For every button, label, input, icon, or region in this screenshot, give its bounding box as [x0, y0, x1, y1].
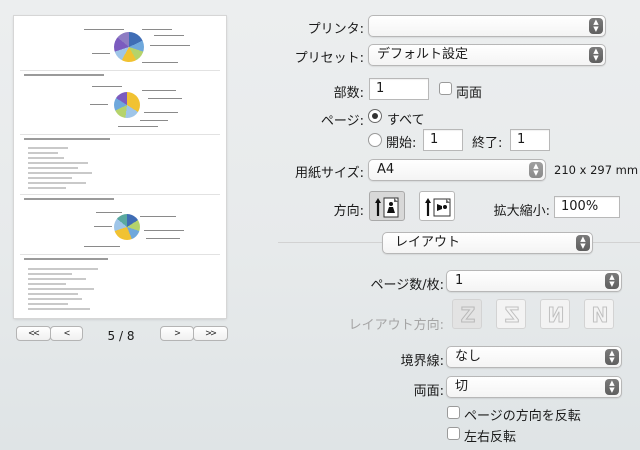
two-sided-checkbox-label: 両面 — [456, 86, 483, 101]
next-page-button[interactable]: > — [160, 326, 194, 341]
reverse-n-direction-icon: N — [591, 303, 609, 328]
section-select[interactable]: レイアウト ▲ ▼ — [382, 232, 593, 254]
flip-horizontally-label: 左右反転 — [464, 430, 517, 445]
printer-select[interactable]: ▲ ▼ — [368, 15, 606, 37]
layout-direction-z-button[interactable]: Z — [452, 299, 482, 329]
print-preview-thumbnail — [14, 16, 226, 318]
pages-per-sheet-value: 1 — [455, 273, 464, 288]
layout-direction-reverse-z-button[interactable]: Z — [496, 299, 526, 329]
pie-chart-thumbnail — [114, 214, 140, 240]
paper-size-select[interactable]: A4 ▲ ▼ — [368, 159, 546, 181]
two-sided-value: 切 — [455, 379, 469, 394]
previous-page-button[interactable]: < — [50, 326, 83, 341]
pages-label: ページ: — [320, 114, 364, 129]
printer-label: プリンタ: — [307, 22, 364, 37]
z-direction-icon: Z — [460, 303, 476, 328]
pages-all-radio[interactable] — [368, 109, 382, 123]
two-sided-label: 両面: — [413, 384, 444, 399]
svg-text:N: N — [592, 303, 609, 327]
reverse-z-direction-icon: Z — [504, 303, 520, 328]
layout-direction-n-button[interactable]: N — [540, 299, 570, 329]
reverse-page-orientation-checkbox[interactable] — [447, 406, 460, 419]
pages-range-radio[interactable] — [368, 133, 382, 147]
pages-to-label: 終了: — [472, 136, 503, 151]
presets-label: プリセット: — [294, 51, 364, 66]
n-direction-icon: N — [547, 303, 565, 328]
scale-label: 拡大縮小: — [493, 204, 550, 219]
border-value: なし — [455, 349, 482, 364]
copies-label: 部数: — [333, 86, 364, 101]
border-select[interactable]: なし ▲ ▼ — [446, 346, 622, 368]
pages-from-input[interactable]: 1 — [423, 129, 463, 151]
page-indicator: 5 / 8 — [107, 329, 135, 343]
two-sided-select[interactable]: 切 ▲ ▼ — [446, 376, 622, 398]
landscape-orientation-button[interactable] — [419, 191, 455, 221]
svg-text:Z: Z — [505, 303, 520, 327]
flip-horizontally-checkbox[interactable] — [447, 427, 460, 440]
popup-arrows-icon: ▲ ▼ — [605, 379, 619, 395]
paper-dimensions: 210 x 297 mm — [554, 163, 639, 177]
scale-input[interactable]: 100% — [554, 196, 620, 218]
presets-value: デフォルト設定 — [377, 47, 469, 62]
border-label: 境界線: — [400, 354, 444, 369]
svg-text:N: N — [548, 303, 565, 327]
popup-arrows-icon: ▲ ▼ — [589, 47, 603, 63]
pie-chart-thumbnail — [114, 32, 144, 62]
copies-input[interactable]: 1 — [369, 78, 429, 100]
popup-arrows-icon: ▲ ▼ — [605, 273, 619, 289]
pages-per-sheet-select[interactable]: 1 ▲ ▼ — [446, 270, 622, 292]
reverse-page-orientation-label: ページの方向を反転 — [464, 409, 581, 424]
portrait-icon — [375, 197, 399, 218]
two-sided-checkbox[interactable] — [439, 82, 452, 95]
paper-size-value: A4 — [377, 162, 395, 177]
popup-arrows-icon: ▲ ▼ — [605, 349, 619, 365]
popup-arrows-icon: ▲ ▼ — [576, 235, 590, 251]
pages-to-input[interactable]: 1 — [510, 129, 550, 151]
popup-arrows-icon: ▲ ▼ — [589, 18, 603, 34]
last-page-button[interactable]: >> — [193, 326, 228, 341]
portrait-orientation-button[interactable] — [369, 191, 405, 221]
landscape-icon — [425, 198, 451, 217]
pie-chart-thumbnail — [114, 92, 140, 118]
pages-per-sheet-label: ページ数/枚: — [370, 278, 445, 293]
pages-from-label: 開始: — [386, 136, 417, 151]
presets-select[interactable]: デフォルト設定 ▲ ▼ — [368, 44, 606, 66]
first-page-button[interactable]: << — [16, 326, 51, 341]
svg-text:Z: Z — [461, 303, 476, 327]
layout-direction-label: レイアウト方向: — [348, 318, 444, 333]
pages-all-label: すべて — [387, 113, 425, 128]
paper-size-label: 用紙サイズ: — [295, 166, 364, 181]
section-value: レイアウト — [395, 235, 461, 250]
popup-arrows-icon: ▲ ▼ — [529, 162, 543, 178]
orientation-label: 方向: — [333, 204, 364, 219]
layout-direction-reverse-n-button[interactable]: N — [584, 299, 614, 329]
